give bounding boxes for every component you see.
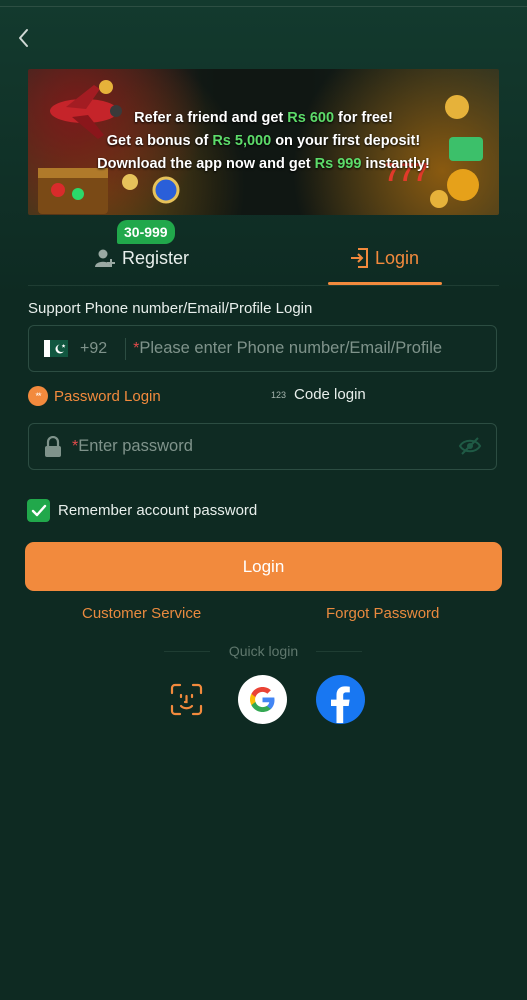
eye-off-icon[interactable] [458,436,482,456]
facebook-login-button[interactable] [316,675,365,724]
code-login-label: Code login [294,386,366,403]
customer-service-link[interactable]: Customer Service [82,605,201,622]
password-placeholder: Enter password [78,437,193,455]
password-login-label: Password Login [54,387,161,405]
checkmark-icon [31,504,46,516]
quick-login-divider-right [316,651,362,652]
chevron-left-icon [19,29,28,47]
remember-label: Remember account password [58,502,258,519]
code-login-option[interactable]: 123 Code login [271,386,366,403]
phone-email-placeholder: Please enter Phone number/Email/Profile [139,339,443,357]
password-login-option[interactable]: ** Password Login [28,386,161,406]
register-bonus-badge: 30-999 [117,220,175,244]
lock-icon [45,435,61,457]
forgot-password-link[interactable]: Forgot Password [326,605,439,622]
login-icon [351,248,368,268]
pakistan-flag-icon [44,340,68,357]
banner-line-1: Refer a friend and get Rs 600 for free! [134,110,393,126]
phone-email-field[interactable]: +92 * Please enter Phone number/Email/Pr… [28,325,497,372]
google-icon [250,687,275,712]
promo-banner[interactable]: 777 Refer a friend and get Rs 600 for fr… [28,69,499,215]
numeric-code-icon: 123 [271,389,287,400]
add-user-icon [95,249,115,267]
facebook-icon [331,686,350,723]
tab-register[interactable]: Register [94,244,189,272]
face-id-button[interactable] [162,675,211,724]
face-id-icon [170,683,203,716]
support-login-label: Support Phone number/Email/Profile Login [28,300,313,317]
password-dots-icon: ** [28,386,48,406]
field-separator [125,337,127,360]
banner-text: Refer a friend and get Rs 600 for free! … [88,107,439,176]
login-button[interactable]: Login [25,542,502,591]
banner-line-3: Download the app now and get Rs 999 inst… [97,156,430,172]
tab-login[interactable]: Login [349,244,419,272]
tab-divider [28,285,499,286]
top-divider [0,6,527,7]
tab-login-label: Login [375,247,420,268]
banner-line-2: Get a bonus of Rs 5,000 on your first de… [106,133,421,149]
back-button[interactable] [12,24,36,52]
tab-register-label: Register [122,247,190,268]
remember-password-option[interactable]: Remember account password [27,499,257,522]
google-login-button[interactable] [238,675,287,724]
password-field[interactable]: * Enter password [28,423,497,470]
country-code[interactable]: +92 [80,340,107,358]
quick-login-label: Quick login [228,643,299,659]
remember-checkbox[interactable] [27,499,50,522]
